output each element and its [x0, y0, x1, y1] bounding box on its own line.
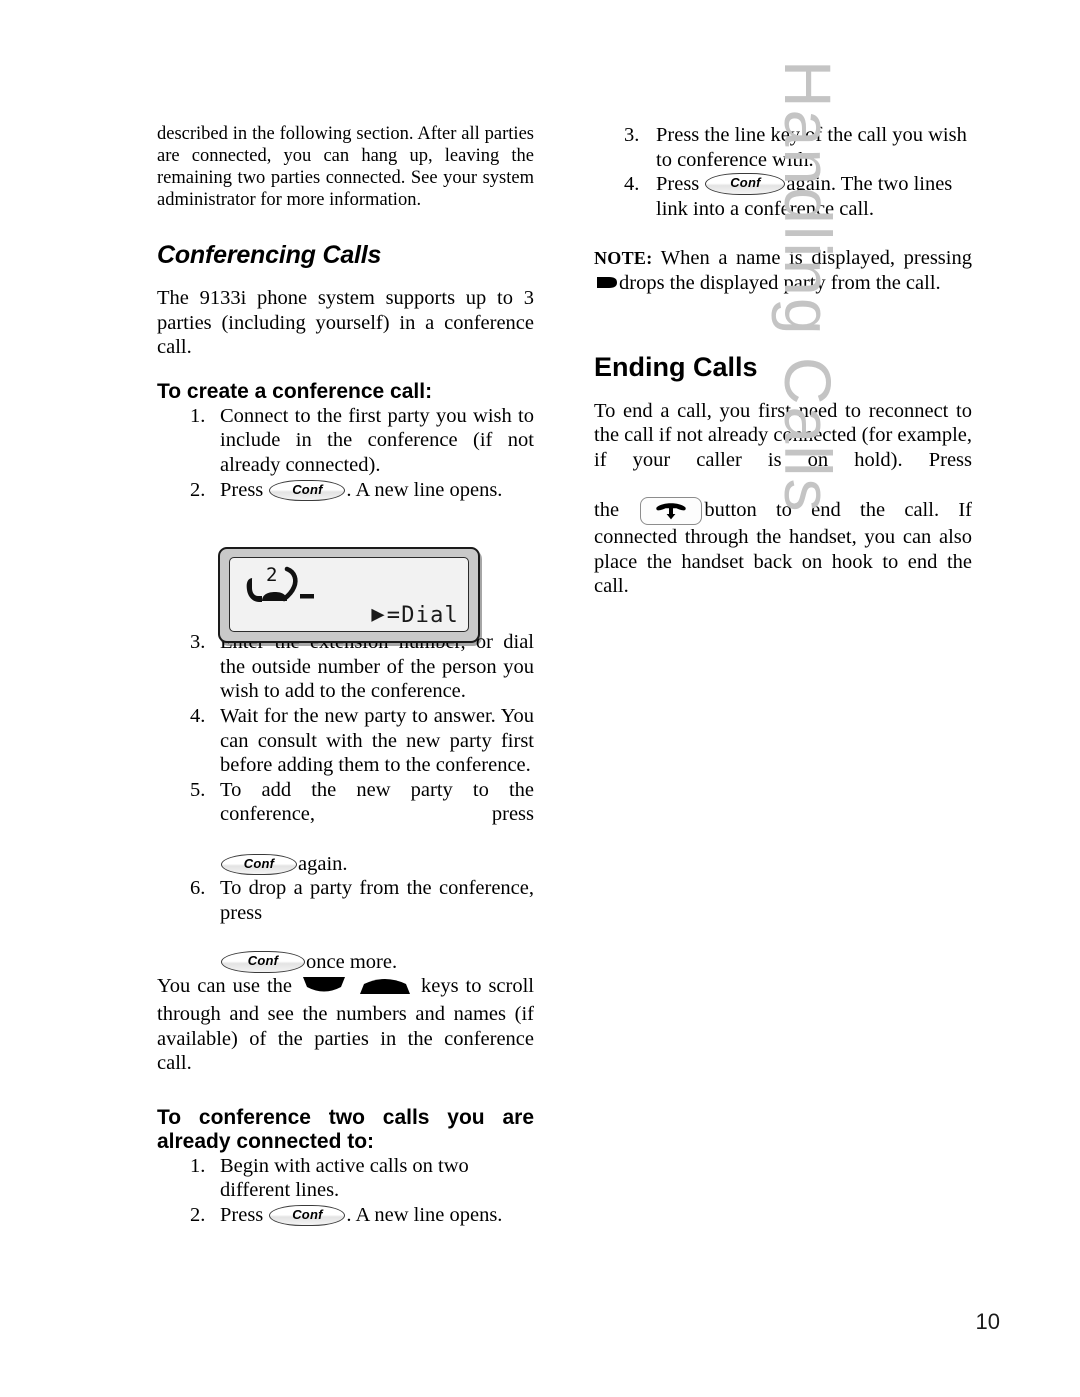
side-tab-handling-calls: Handling Calls	[771, 60, 845, 514]
conf-key-label: Conf	[247, 952, 279, 968]
list-number: 6.	[190, 877, 206, 900]
up-arrow-key-icon[interactable]	[359, 976, 411, 1002]
create-conference-steps: 1. Connect to the first party you wish t…	[157, 404, 534, 502]
list-text-before: To add the new party to the conference, …	[220, 778, 534, 826]
conf-key-label: Conf	[243, 855, 275, 871]
intro-paragraph: described in the following section. Afte…	[157, 124, 534, 210]
list-number: 5.	[190, 778, 206, 801]
conf-key-icon[interactable]: Conf	[269, 479, 346, 501]
list-text: Connect to the first party you wish to i…	[220, 404, 534, 476]
left-column: described in the following section. Afte…	[157, 123, 534, 1228]
goodbye-button-icon[interactable]	[640, 496, 703, 525]
list-text-before: Press	[220, 1204, 264, 1227]
handset-icon	[656, 503, 687, 520]
note-label: NOTE:	[594, 248, 653, 269]
drop-arrow-icon	[596, 272, 618, 297]
heading-conference-two-calls: To conference two calls you are already …	[157, 1105, 534, 1153]
heading-conferencing-calls: Conferencing Calls	[157, 241, 382, 269]
heading-create-text: To create a conference call	[157, 379, 426, 403]
down-arrow-key-icon[interactable]	[302, 976, 346, 1002]
lcd-display: 2 ▶=Dial	[229, 557, 469, 632]
list-text: Wait for the new party to answer. You ca…	[220, 704, 534, 777]
lcd-line-number: 2	[266, 564, 277, 586]
conf-key-label: Conf	[292, 1207, 323, 1223]
list-text: Begin with active calls on two different…	[220, 1154, 469, 1202]
heading-create-conference-call: To create a conference call:	[157, 380, 534, 404]
list-number: 2.	[190, 478, 206, 501]
list-text-before: Press	[656, 173, 700, 196]
list-number: 2.	[190, 1204, 206, 1227]
list-item: 4. Wait for the new party to answer. You…	[157, 704, 534, 778]
scroll-keys-paragraph: You can use the keys to scroll through a…	[157, 974, 534, 1075]
lcd-call-glyph: 2	[244, 561, 340, 620]
scroll-text-before: You can use the	[157, 975, 293, 998]
list-item: 2. Press Conf . A new line opens.	[157, 478, 534, 503]
ending-text-the: the	[594, 498, 620, 521]
conferencing-paragraph: The 9133i phone system supports up to 3 …	[157, 287, 534, 359]
list-text-before: To drop a party from the conference, pre…	[220, 877, 534, 924]
list-number: 3.	[624, 124, 640, 146]
lcd-softkey-dial: ▶=Dial	[371, 602, 459, 629]
conf-key-icon[interactable]: Conf	[221, 853, 297, 875]
conf-key-icon[interactable]: Conf	[221, 950, 305, 973]
two-calls-steps: 1. Begin with active calls on two differ…	[157, 1154, 534, 1228]
list-text-before: Press	[220, 478, 264, 501]
page-number: 10	[975, 1309, 1000, 1334]
lcd-softkey-arrow-icon: ▶	[371, 602, 386, 627]
lcd-screen-figure: 2 ▶=Dial	[218, 547, 480, 643]
list-item: 1. Connect to the first party you wish t…	[157, 404, 534, 478]
list-item: 5. To add the new party to the conferenc…	[157, 778, 534, 876]
heading-create-colon: :	[425, 379, 433, 403]
list-item: 6. To drop a party from the conference, …	[157, 876, 534, 974]
list-number: 3.	[190, 631, 206, 654]
list-number: 4.	[624, 173, 640, 196]
list-text-after: . A new line opens.	[346, 478, 503, 501]
document-page: described in the following section. Afte…	[0, 0, 1080, 1397]
list-item: 2. Press Conf . A new line opens.	[157, 1203, 534, 1228]
list-text-after: . A new line opens.	[346, 1204, 503, 1227]
list-number: 4.	[190, 704, 206, 727]
create-conference-steps-continued: 3. Enter the extension number, or dial t…	[157, 630, 534, 974]
list-item: 1. Begin with active calls on two differ…	[157, 1154, 534, 1203]
list-text-after: once more.	[306, 950, 398, 973]
lcd-softkey-label: =Dial	[386, 603, 459, 628]
list-number: 1.	[190, 1154, 206, 1177]
conf-key-icon[interactable]: Conf	[269, 1205, 346, 1227]
list-text-after: again.	[298, 852, 348, 875]
conf-key-label: Conf	[292, 481, 323, 497]
list-number: 1.	[190, 404, 206, 427]
